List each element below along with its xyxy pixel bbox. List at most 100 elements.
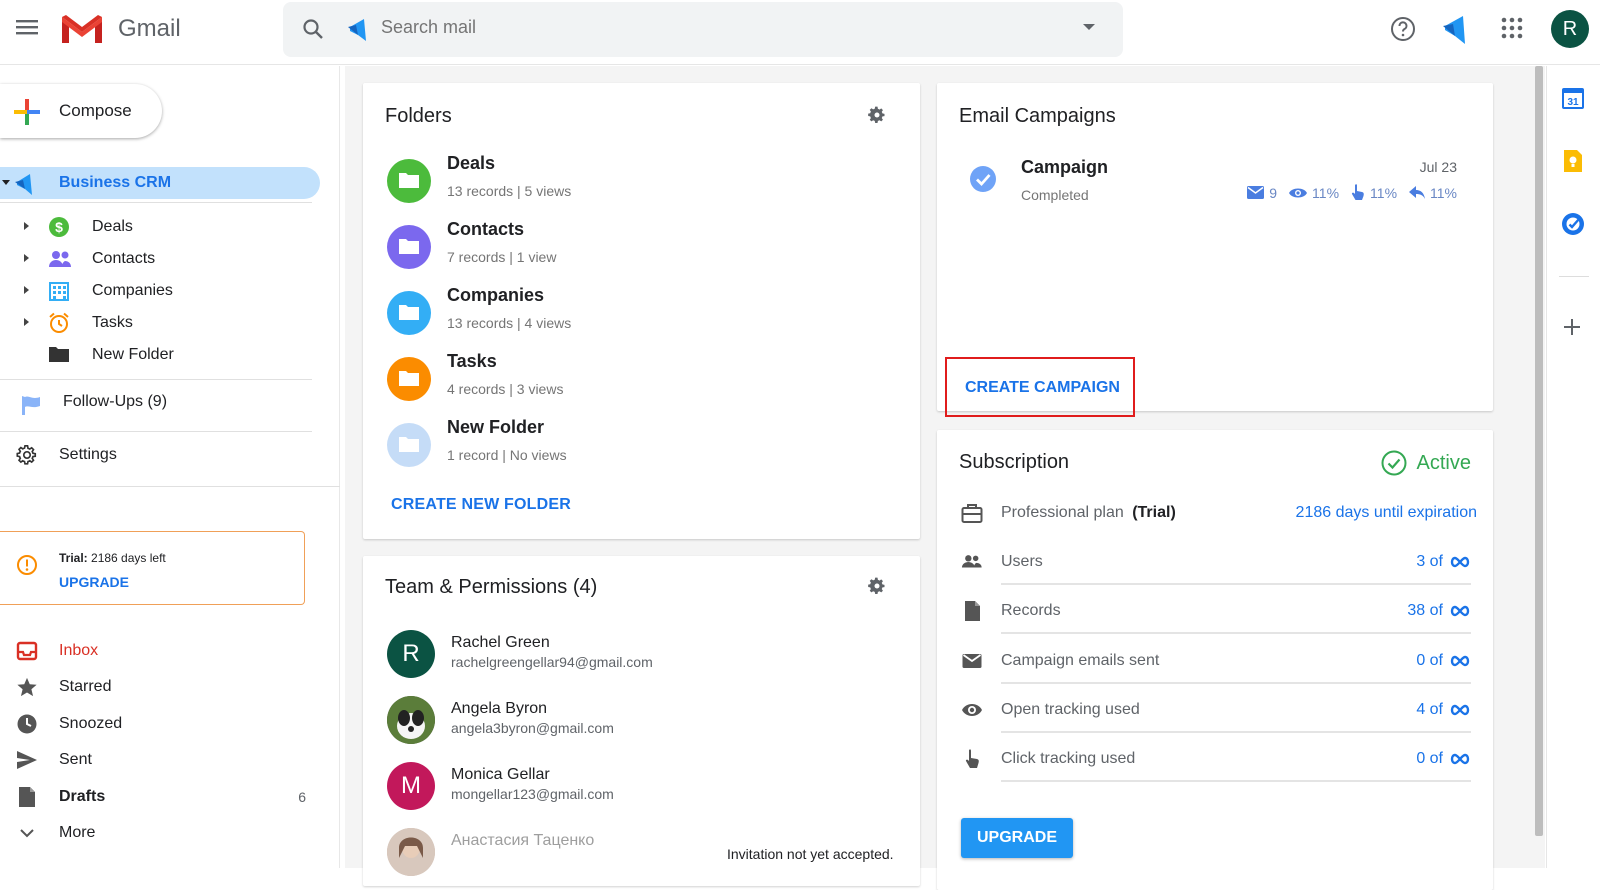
collapse-arrow-icon[interactable] bbox=[2, 180, 10, 185]
sidebar-item-companies[interactable]: Companies bbox=[0, 278, 320, 304]
infinity-icon bbox=[1450, 605, 1470, 617]
folder-item-tasks[interactable]: Tasks 4 records | 3 views bbox=[387, 351, 867, 407]
sidebar-item-snoozed[interactable]: Snoozed bbox=[0, 709, 320, 739]
crm-extension-icon[interactable] bbox=[1441, 12, 1469, 46]
sidebar-item-more[interactable]: More bbox=[0, 818, 320, 848]
add-on-plus-icon[interactable] bbox=[1561, 316, 1583, 338]
svg-text:$: $ bbox=[55, 219, 63, 235]
apps-grid-icon[interactable] bbox=[1501, 17, 1523, 39]
create-new-folder-button[interactable]: CREATE NEW FOLDER bbox=[391, 496, 571, 514]
team-member-row-pending[interactable]: Анастасия Таценко Invitation not yet acc… bbox=[387, 824, 917, 880]
check-circle-icon bbox=[969, 165, 997, 193]
create-campaign-button[interactable]: CREATE CAMPAIGN bbox=[945, 357, 1135, 417]
trial-upgrade-link[interactable]: UPGRADE bbox=[59, 574, 129, 590]
sidebar-item-starred[interactable]: Starred bbox=[0, 672, 320, 702]
row-value[interactable]: 3 of bbox=[1416, 553, 1471, 571]
gmail-logo-icon[interactable] bbox=[60, 13, 104, 45]
invitation-status: Invitation not yet accepted. bbox=[727, 846, 894, 862]
infinity-icon bbox=[1450, 556, 1470, 568]
sidebar-item-label: Starred bbox=[59, 678, 112, 695]
folder-name: Deals bbox=[447, 153, 496, 173]
sidebar-item-label: Companies bbox=[92, 282, 173, 299]
building-icon bbox=[48, 280, 70, 302]
sidebar-item-drafts[interactable]: Drafts 6 bbox=[0, 782, 320, 812]
sidebar-item-business-crm[interactable]: Business CRM bbox=[0, 167, 320, 199]
sidebar-item-follow-ups[interactable]: Follow-Ups (9) bbox=[0, 386, 320, 422]
compose-button[interactable]: Compose bbox=[0, 84, 162, 138]
subscription-status: Active bbox=[1381, 450, 1471, 476]
sidebar-item-sent[interactable]: Sent bbox=[0, 745, 320, 775]
calendar-icon[interactable]: 31 bbox=[1561, 86, 1585, 110]
sidebar-item-label: New Folder bbox=[92, 346, 174, 363]
row-value[interactable]: 38 of bbox=[1407, 602, 1471, 620]
team-member-row[interactable]: M Monica Gellar mongellar123@gmail.com bbox=[387, 758, 917, 814]
upgrade-button[interactable]: UPGRADE bbox=[961, 818, 1073, 858]
sidebar-item-tasks[interactable]: Tasks bbox=[0, 310, 320, 336]
member-email: angela3byron@gmail.com bbox=[451, 720, 614, 736]
folder-icon bbox=[387, 225, 431, 269]
folder-icon bbox=[48, 344, 70, 364]
sidebar-item-inbox[interactable]: Inbox bbox=[0, 636, 320, 666]
divider bbox=[1559, 276, 1589, 277]
row-value-text: 0 of bbox=[1416, 750, 1443, 767]
sidebar-item-settings[interactable]: Settings bbox=[0, 440, 320, 470]
team-title: Team & Permissions (4) bbox=[385, 576, 598, 598]
folder-item-new-folder[interactable]: New Folder 1 record | No views bbox=[387, 417, 867, 473]
folder-icon bbox=[387, 423, 431, 467]
infinity-icon bbox=[1450, 704, 1470, 716]
draft-icon bbox=[16, 786, 38, 808]
help-icon[interactable] bbox=[1390, 16, 1416, 42]
team-member-row[interactable]: R Rachel Green rachelgreengellar94@gmail… bbox=[387, 626, 917, 682]
expand-arrow-icon[interactable] bbox=[24, 318, 29, 326]
folder-item-deals[interactable]: Deals 13 records | 5 views bbox=[387, 153, 867, 209]
search-options-icon[interactable] bbox=[1083, 24, 1095, 30]
expand-arrow-icon[interactable] bbox=[24, 222, 29, 230]
infinity-icon bbox=[1450, 655, 1470, 667]
replies-rate: 11% bbox=[1430, 184, 1457, 201]
expand-arrow-icon[interactable] bbox=[24, 286, 29, 294]
search-input[interactable] bbox=[381, 17, 981, 38]
subscription-row-click-tracking: Click tracking used 0 of bbox=[961, 742, 1481, 782]
row-divider bbox=[1001, 731, 1471, 733]
sidebar-item-label: Snoozed bbox=[59, 715, 123, 732]
row-label: Click tracking used bbox=[1001, 750, 1136, 767]
row-value[interactable]: 0 of bbox=[1416, 750, 1471, 768]
keep-icon[interactable] bbox=[1561, 149, 1585, 173]
member-name: Angela Byron bbox=[451, 700, 548, 717]
folder-meta: 7 records | 1 view bbox=[447, 249, 557, 265]
team-settings-icon[interactable] bbox=[867, 576, 887, 596]
divider bbox=[0, 202, 312, 203]
dollar-icon: $ bbox=[48, 216, 70, 238]
sidebar-item-label: Sent bbox=[59, 751, 92, 768]
main-menu-icon[interactable] bbox=[12, 12, 42, 42]
send-icon bbox=[16, 749, 38, 771]
search-bar[interactable] bbox=[283, 2, 1123, 57]
folder-item-contacts[interactable]: Contacts 7 records | 1 view bbox=[387, 219, 867, 275]
search-icon[interactable] bbox=[301, 17, 325, 41]
expand-arrow-icon[interactable] bbox=[24, 254, 29, 262]
main-scrollbar-thumb[interactable] bbox=[1535, 66, 1543, 836]
row-value[interactable]: 4 of bbox=[1416, 701, 1471, 719]
campaign-status: Completed bbox=[1021, 187, 1089, 203]
users-icon bbox=[961, 551, 983, 573]
sidebar: Compose Business CRM $ Deals Contacts Co… bbox=[0, 66, 340, 868]
row-label: Open tracking used bbox=[1001, 701, 1140, 718]
folders-settings-icon[interactable] bbox=[867, 105, 887, 125]
row-value-text: 0 of bbox=[1416, 652, 1443, 669]
sidebar-item-label: Deals bbox=[92, 218, 133, 235]
eye-icon bbox=[1289, 188, 1308, 197]
campaign-name[interactable]: Campaign bbox=[1021, 157, 1108, 178]
folder-item-companies[interactable]: Companies 13 records | 4 views bbox=[387, 285, 867, 341]
team-card: Team & Permissions (4) R Rachel Green ra… bbox=[363, 556, 920, 886]
create-campaign-label: CREATE CAMPAIGN bbox=[965, 379, 1120, 396]
divider bbox=[0, 379, 312, 380]
sidebar-item-new-folder[interactable]: New Folder bbox=[0, 342, 320, 368]
expiration-link[interactable]: 2186 days until expiration bbox=[1296, 504, 1477, 522]
team-member-row[interactable]: Angela Byron angela3byron@gmail.com bbox=[387, 692, 917, 748]
account-avatar[interactable]: R bbox=[1551, 10, 1589, 48]
row-divider bbox=[1001, 682, 1471, 684]
tasks-icon[interactable] bbox=[1561, 212, 1585, 236]
row-value[interactable]: 0 of bbox=[1416, 652, 1471, 670]
sidebar-item-contacts[interactable]: Contacts bbox=[0, 246, 320, 272]
sidebar-item-deals[interactable]: $ Deals bbox=[0, 214, 320, 240]
